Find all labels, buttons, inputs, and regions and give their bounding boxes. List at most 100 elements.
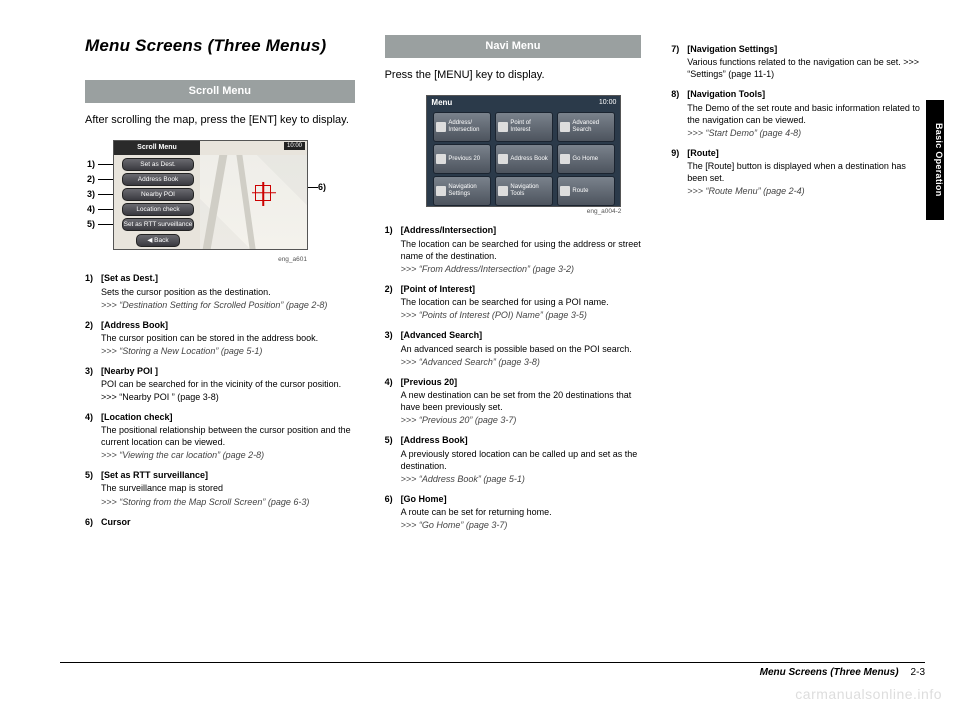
list-item: 1)[Address/Intersection]The location can…	[385, 224, 642, 275]
clock-icon: 10:00	[599, 98, 617, 107]
item-ref: >>> “Points of Interest (POI) Name” (pag…	[401, 309, 642, 321]
list-item: 2)[Address Book]The cursor position can …	[85, 319, 355, 357]
back-label: Back	[154, 237, 168, 244]
fig2-label: Previous 20	[448, 156, 480, 162]
map-area	[200, 155, 307, 249]
item-title: [Address/Intersection]	[401, 224, 642, 236]
list-item: 3)[Nearby POI ]POI can be searched for i…	[85, 365, 355, 402]
navi-items-list: 1)[Address/Intersection]The location can…	[385, 224, 642, 531]
item-body: [Set as RTT surveillance]The surveillanc…	[101, 469, 355, 507]
list-item: 9)[Route]The [Route] button is displayed…	[671, 147, 928, 198]
list-item: 6)Cursor	[85, 516, 355, 528]
fig-button: Set as RTT surveillance	[122, 218, 194, 231]
item-ref: >>> “Viewing the car location” (page 2-8…	[101, 449, 355, 461]
item-desc: The cursor position can be stored in the…	[101, 332, 355, 344]
callout-4: 4)	[87, 203, 95, 215]
item-title: [Location check]	[101, 411, 355, 423]
callout-1: 1)	[87, 158, 95, 170]
list-item: 8)[Navigation Tools]The Demo of the set …	[671, 88, 928, 139]
item-ref: >>> “Address Book” (page 5-1)	[401, 473, 642, 485]
item-body: [Location check]The positional relations…	[101, 411, 355, 462]
item-ref: >>> “Go Home” (page 3-7)	[401, 519, 642, 531]
page-footer: Menu Screens (Three Menus) 2-3	[60, 662, 925, 678]
list-item: 5)[Address Book]A previously stored loca…	[385, 434, 642, 485]
item-ref: >>> “Previous 20” (page 3-7)	[401, 414, 642, 426]
item-body: [Set as Dest.] Sets the cursor position a…	[101, 272, 355, 310]
scroll-menu-screen: Scroll Menu 10:00 Set as Dest. Address B…	[113, 140, 308, 250]
item-desc: The location can be searched for using a…	[401, 296, 642, 308]
navi-screen-title: Menu	[431, 98, 452, 109]
item-title: [Nearby POI ]	[101, 365, 355, 377]
navi-menu-heading: Navi Menu	[385, 35, 642, 58]
item-number: 4)	[385, 376, 401, 427]
item-title: [Navigation Settings]	[687, 43, 928, 55]
item-number: 6)	[385, 493, 401, 531]
fig-button: Address Book	[122, 173, 194, 186]
item-number: 7)	[671, 43, 687, 80]
item-desc: The [Route] button is displayed when a d…	[687, 160, 928, 184]
page-title: Menu Screens (Three Menus)	[85, 35, 355, 58]
item-title: [Set as Dest.]	[101, 272, 355, 284]
item-ref: >>> “Start Demo” (page 4-8)	[687, 127, 928, 139]
navi-menu-lead: Press the [MENU] key to display.	[385, 68, 642, 83]
callout-5: 5)	[87, 218, 95, 230]
list-item: 4)[Previous 20]A new destination can be …	[385, 376, 642, 427]
col3-items-list: 7)[Navigation Settings]Various functions…	[671, 43, 928, 198]
poi-icon	[498, 122, 508, 132]
item-body: [Go Home]A route can be set for returnin…	[401, 493, 642, 531]
item-body: [Navigation Tools]The Demo of the set ro…	[687, 88, 928, 139]
item-title: [Advanced Search]	[401, 329, 642, 341]
column-navi-continued: 7)[Navigation Settings]Various functions…	[671, 35, 928, 668]
item-title: [Set as RTT surveillance]	[101, 469, 355, 481]
item-ref: >>> “Storing from the Map Scroll Screen”…	[101, 496, 355, 508]
route-icon	[560, 186, 570, 196]
item-ref: >>> “Route Menu” (page 2-4)	[687, 185, 928, 197]
fig2-label: Address Book	[510, 156, 547, 162]
item-desc: A route can be set for returning home.	[401, 506, 642, 518]
watermark: carmanualsonline.info	[795, 686, 942, 702]
item-body: [Address Book]A previously stored locati…	[401, 434, 642, 485]
item-body: Cursor	[101, 516, 355, 528]
clock-icon: 10:00	[284, 142, 305, 150]
footer-page-number: 2-3	[911, 667, 925, 678]
manual-page: Basic Operation Menu Screens (Three Menu…	[0, 0, 960, 708]
fig-button: Location check	[122, 203, 194, 216]
item-number: 1)	[85, 272, 101, 310]
item-body: [Advanced Search] An advanced search is p…	[401, 329, 642, 367]
item-title: [Previous 20]	[401, 376, 642, 388]
item-body: [Address/Intersection]The location can b…	[401, 224, 642, 275]
list-item: 2)[Point of Interest]The location can be…	[385, 283, 642, 321]
item-body: [Navigation Settings]Various functions r…	[687, 43, 928, 80]
item-number: 2)	[85, 319, 101, 357]
item-ref: >>> “Destination Setting for Scrolled Po…	[101, 299, 355, 311]
fig2-label: Point of Interest	[510, 120, 552, 133]
address-icon	[436, 122, 446, 132]
item-desc: The surveillance map is stored	[101, 482, 355, 494]
item-body: [Point of Interest]The location can be s…	[401, 283, 642, 321]
item-body: [Address Book]The cursor position can be…	[101, 319, 355, 357]
item-desc: POI can be searched for in the vicinity …	[101, 378, 355, 402]
item-number: 1)	[385, 224, 401, 275]
item-number: 3)	[85, 365, 101, 402]
scroll-menu-figure: 1) 2) 3) 4) 5) 6) Scroll Menu 10:00 Set …	[85, 140, 355, 265]
item-title: [Address Book]	[401, 434, 642, 446]
callout-2: 2)	[87, 173, 95, 185]
fig-button: Set as Dest.	[122, 158, 194, 171]
item-number: 6)	[85, 516, 101, 528]
item-number: 5)	[385, 434, 401, 485]
figure-caption: eng_a601	[85, 256, 307, 265]
item-desc: An advanced search is possible based on …	[401, 343, 642, 355]
footer-title: Menu Screens (Three Menus)	[760, 667, 899, 678]
search-icon	[560, 122, 570, 132]
fig2-label: Address/ Intersection	[448, 120, 490, 133]
scroll-menu-heading: Scroll Menu	[85, 80, 355, 103]
scroll-menu-lead: After scrolling the map, press the [ENT]…	[85, 113, 355, 128]
item-title: [Point of Interest]	[401, 283, 642, 295]
fig2-label: Route	[572, 188, 588, 194]
item-ref: >>> “From Address/Intersection” (page 3-…	[401, 263, 642, 275]
item-desc: Sets the cursor position as the destinat…	[101, 286, 355, 298]
list-item: 5)[Set as RTT surveillance]The surveilla…	[85, 469, 355, 507]
scroll-items-list: 1)[Set as Dest.] Sets the cursor position…	[85, 272, 355, 527]
previous-icon	[436, 154, 446, 164]
gear-icon	[436, 186, 446, 196]
